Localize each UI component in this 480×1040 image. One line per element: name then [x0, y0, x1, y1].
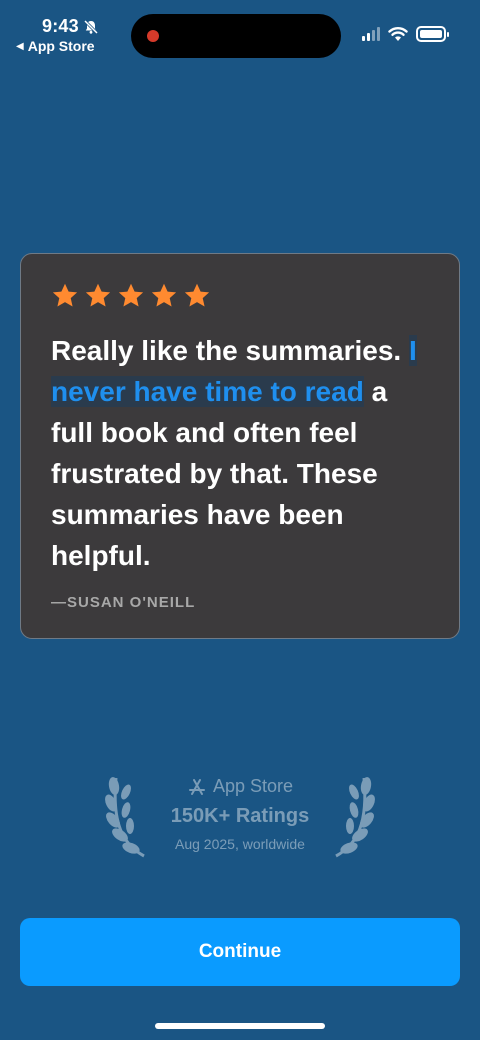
- continue-button[interactable]: Continue: [20, 918, 460, 986]
- back-triangle-icon: ◀: [16, 40, 24, 52]
- star-rating: [51, 282, 429, 310]
- status-time: 9:43: [42, 16, 99, 37]
- time-label: 9:43: [42, 16, 79, 36]
- dynamic-island: [131, 14, 341, 58]
- star-icon: [184, 283, 210, 307]
- star-icon: [151, 283, 177, 307]
- quote-intro: Really like the summaries.: [51, 335, 409, 366]
- app-store-icon: [188, 778, 205, 795]
- badge-store-row: App Store: [100, 776, 380, 797]
- star-icon: [85, 283, 111, 307]
- status-indicators: [362, 26, 449, 42]
- review-author: —SUSAN O'NEILL: [51, 594, 196, 611]
- badge-text: App Store 150K+ Ratings Aug 2025, worldw…: [100, 776, 380, 852]
- review-quote: Really like the summaries. I never have …: [51, 330, 429, 576]
- back-label: App Store: [27, 38, 95, 54]
- badge-subtitle: Aug 2025, worldwide: [175, 836, 305, 852]
- home-indicator[interactable]: [155, 1023, 325, 1029]
- app-store-rating-badge: App Store 150K+ Ratings Aug 2025, worldw…: [100, 770, 380, 870]
- badge-ratings: 150K+ Ratings: [170, 805, 310, 827]
- battery-icon: [416, 26, 449, 42]
- badge-store-label: App Store: [212, 776, 294, 796]
- recording-indicator: [147, 30, 159, 42]
- star-icon: [52, 283, 78, 307]
- onboarding-screen: 9:43 ◀ App Store Really like the summari…: [0, 0, 480, 1040]
- wifi-icon: [388, 27, 408, 41]
- star-icon: [118, 283, 144, 307]
- review-card: Really like the summaries. I never have …: [20, 253, 460, 639]
- back-to-app-store[interactable]: ◀ App Store: [16, 38, 95, 54]
- signal-icon: [362, 27, 380, 41]
- bell-slash-icon: [83, 19, 98, 34]
